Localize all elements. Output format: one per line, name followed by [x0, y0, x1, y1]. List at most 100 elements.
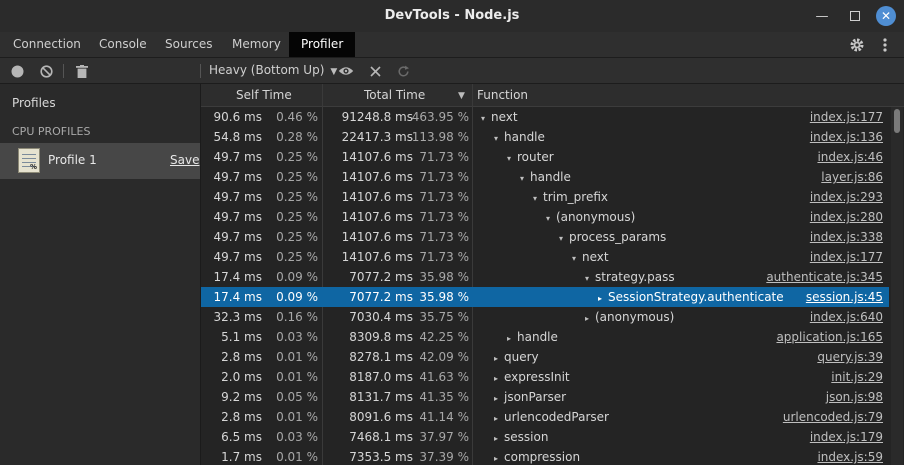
total-time-cell: 14107.6 ms [341, 190, 413, 204]
function-name: trim_prefix [543, 190, 608, 204]
tab-console[interactable]: Console [87, 32, 159, 57]
table-row[interactable]: 2.8 ms 0.01 % 8278.1 ms 42.09 % ▸ query query.… [201, 347, 889, 367]
source-location-link[interactable]: index.js:293 [810, 190, 883, 204]
table-row[interactable]: 54.8 ms 0.28 % 22417.3 ms 113.98 % ▾ handle in… [201, 127, 889, 147]
view-mode-select[interactable]: Heavy (Bottom Up) ▼ [209, 63, 337, 77]
toolbar-separator [63, 64, 64, 78]
expand-right-icon[interactable]: ▸ [598, 294, 608, 303]
expand-right-icon[interactable]: ▸ [494, 394, 504, 403]
settings-gear-icon[interactable] [848, 36, 866, 54]
expand-down-icon[interactable]: ▾ [585, 274, 595, 283]
total-percent-cell: 71.73 % [419, 230, 469, 244]
expand-right-icon[interactable]: ▸ [585, 314, 595, 323]
table-row[interactable]: 49.7 ms 0.25 % 14107.6 ms 71.73 % ▾ (anonymou… [201, 207, 889, 227]
expand-right-icon[interactable]: ▸ [494, 454, 504, 463]
source-location-link[interactable]: authenticate.js:345 [766, 270, 883, 284]
function-cell: ▸ jsonParser [494, 390, 566, 404]
source-location-link[interactable]: query.js:39 [817, 350, 883, 364]
function-cell: ▾ process_params [559, 230, 666, 244]
expand-down-icon[interactable]: ▾ [546, 214, 556, 223]
table-row[interactable]: 17.4 ms 0.09 % 7077.2 ms 35.98 % ▸ SessionStr… [201, 287, 889, 307]
function-column-header[interactable]: Function [477, 88, 528, 102]
scrollbar-thumb[interactable] [894, 109, 900, 133]
source-location-link[interactable]: session.js:45 [806, 290, 883, 304]
expand-down-icon[interactable]: ▾ [481, 114, 491, 123]
profile-list-item[interactable]: % Profile 1 Save [0, 143, 200, 179]
table-row[interactable]: 17.4 ms 0.09 % 7077.2 ms 35.98 % ▾ strategy.p… [201, 267, 889, 287]
expand-right-icon[interactable]: ▸ [494, 354, 504, 363]
total-percent-cell: 71.73 % [419, 150, 469, 164]
source-location-link[interactable]: index.js:46 [817, 150, 883, 164]
tab-memory[interactable]: Memory [220, 32, 293, 57]
minimize-icon[interactable]: — [812, 6, 832, 26]
self-time-column-header[interactable]: Self Time [236, 88, 292, 102]
total-percent-cell: 41.14 % [419, 410, 469, 424]
source-location-link[interactable]: index.js:136 [810, 130, 883, 144]
refresh-icon[interactable] [395, 63, 411, 79]
tab-sources[interactable]: Sources [153, 32, 224, 57]
close-icon[interactable]: ✕ [876, 6, 896, 26]
self-time-cell: 2.8 ms [221, 350, 262, 364]
total-time-cell: 8309.8 ms [349, 330, 413, 344]
clear-all-icon[interactable] [38, 63, 54, 79]
expand-down-icon[interactable]: ▾ [559, 234, 569, 243]
table-row[interactable]: 32.3 ms 0.16 % 7030.4 ms 35.75 % ▸ (anonymous… [201, 307, 889, 327]
expand-right-icon[interactable]: ▸ [494, 374, 504, 383]
total-time-cell: 91248.8 ms [341, 110, 413, 124]
vertical-scrollbar[interactable] [891, 107, 903, 465]
table-row[interactable]: 5.1 ms 0.03 % 8309.8 ms 42.25 % ▸ handle appli… [201, 327, 889, 347]
table-row[interactable]: 49.7 ms 0.25 % 14107.6 ms 71.73 % ▾ router ind… [201, 147, 889, 167]
source-location-link[interactable]: layer.js:86 [821, 170, 883, 184]
total-time-column-header[interactable]: Total Time [364, 88, 425, 102]
source-location-link[interactable]: json.js:98 [826, 390, 883, 404]
source-location-link[interactable]: index.js:179 [810, 430, 883, 444]
expand-down-icon[interactable]: ▾ [533, 194, 543, 203]
expand-right-icon[interactable]: ▸ [507, 334, 517, 343]
source-location-link[interactable]: urlencoded.js:79 [783, 410, 883, 424]
expand-down-icon[interactable]: ▾ [572, 254, 582, 263]
eye-icon[interactable] [338, 63, 354, 79]
source-location-link[interactable]: index.js:59 [817, 450, 883, 464]
tab-connection[interactable]: Connection [1, 32, 93, 57]
self-time-cell: 32.3 ms [213, 310, 262, 324]
expand-right-icon[interactable]: ▸ [494, 414, 504, 423]
table-row[interactable]: 2.8 ms 0.01 % 8091.6 ms 41.14 % ▸ urlencodedP… [201, 407, 889, 427]
close-icon[interactable] [367, 63, 383, 79]
profiles-heading[interactable]: Profiles [12, 96, 56, 110]
source-location-link[interactable]: index.js:640 [810, 310, 883, 324]
table-row[interactable]: 2.0 ms 0.01 % 8187.0 ms 41.63 % ▸ expressInit… [201, 367, 889, 387]
self-percent-cell: 0.28 % [276, 130, 318, 144]
total-percent-cell: 113.98 % [411, 130, 469, 144]
function-name: compression [504, 450, 581, 464]
source-location-link[interactable]: index.js:280 [810, 210, 883, 224]
source-location-link[interactable]: index.js:177 [810, 250, 883, 264]
window-title: DevTools - Node.js [384, 8, 520, 23]
source-location-link[interactable]: index.js:338 [810, 230, 883, 244]
source-location-link[interactable]: index.js:177 [810, 110, 883, 124]
table-row[interactable]: 49.7 ms 0.25 % 14107.6 ms 71.73 % ▾ next index… [201, 247, 889, 267]
function-cell: ▸ compression [494, 450, 580, 464]
table-row[interactable]: 90.6 ms 0.46 % 91248.8 ms 463.95 % ▾ next inde… [201, 107, 889, 127]
table-row[interactable]: 9.2 ms 0.05 % 8131.7 ms 41.35 % ▸ jsonParser j… [201, 387, 889, 407]
expand-down-icon[interactable]: ▾ [520, 174, 530, 183]
total-time-cell: 14107.6 ms [341, 210, 413, 224]
table-row[interactable]: 49.7 ms 0.25 % 14107.6 ms 71.73 % ▾ trim_pref… [201, 187, 889, 207]
source-location-link[interactable]: init.js:29 [831, 370, 883, 384]
table-row[interactable]: 1.7 ms 0.01 % 7353.5 ms 37.39 % ▸ compression… [201, 447, 889, 465]
record-icon[interactable] [9, 63, 25, 79]
expand-right-icon[interactable]: ▸ [494, 434, 504, 443]
function-name: session [504, 430, 549, 444]
expand-down-icon[interactable]: ▾ [507, 154, 517, 163]
table-row[interactable]: 49.7 ms 0.25 % 14107.6 ms 71.73 % ▾ handle lay… [201, 167, 889, 187]
table-row[interactable]: 6.5 ms 0.03 % 7468.1 ms 37.97 % ▸ session inde… [201, 427, 889, 447]
trash-icon[interactable] [74, 63, 90, 79]
more-options-icon[interactable] [876, 36, 894, 54]
expand-down-icon[interactable]: ▾ [494, 134, 504, 143]
table-row[interactable]: 49.7 ms 0.25 % 14107.6 ms 71.73 % ▾ process_p… [201, 227, 889, 247]
source-location-link[interactable]: application.js:165 [776, 330, 883, 344]
self-time-cell: 49.7 ms [213, 190, 262, 204]
function-cell: ▸ query [494, 350, 539, 364]
maximize-icon[interactable] [845, 6, 865, 26]
save-profile-link[interactable]: Save [170, 153, 199, 167]
tab-profiler[interactable]: Profiler [289, 32, 356, 57]
